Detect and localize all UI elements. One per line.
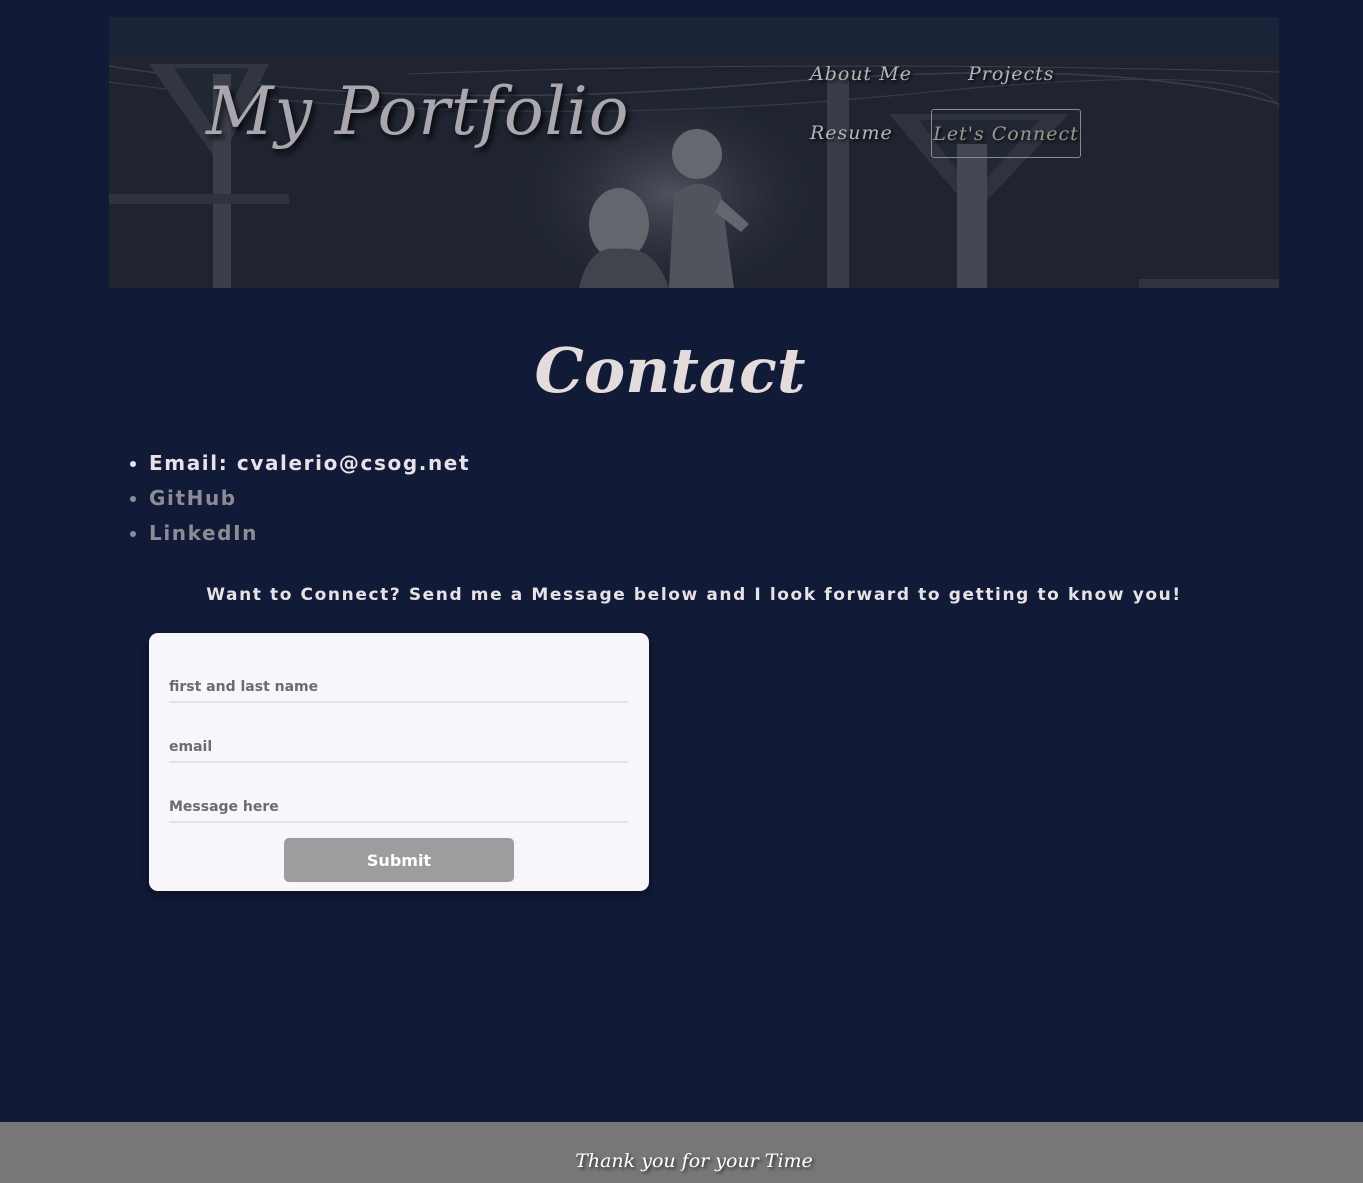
contact-email-text: Email: cvalerio@csog.net [149,451,471,475]
nav-resume[interactable]: Resume [810,122,893,144]
email-field[interactable] [169,733,628,763]
header-topbar [109,17,1279,54]
linkedin-link[interactable]: LinkedIn [149,521,258,545]
site-footer: Thank you for your Time [0,1122,1363,1183]
contact-linkedin: LinkedIn [149,516,470,551]
site-brand-title[interactable]: My Portfolio [206,73,630,150]
nav-about-me[interactable]: About Me [810,63,912,85]
submit-button[interactable]: Submit [284,838,514,882]
contact-form: Submit [149,633,649,891]
connect-intro-text: Want to Connect? Send me a Message below… [206,585,1182,605]
github-link[interactable]: GitHub [149,486,237,510]
contact-github: GitHub [149,481,470,516]
message-field[interactable] [169,793,628,823]
footer-text: Thank you for your Time [575,1150,813,1172]
nav-projects[interactable]: Projects [968,63,1054,85]
name-field[interactable] [169,673,628,703]
site-header: My Portfolio About Me Projects Resume Le… [109,17,1279,288]
contact-email: Email: cvalerio@csog.net [149,446,470,481]
nav-lets-connect[interactable]: Let's Connect [931,109,1081,158]
page-title: Contact [534,333,806,407]
contact-list: Email: cvalerio@csog.net GitHub LinkedIn [109,446,470,551]
